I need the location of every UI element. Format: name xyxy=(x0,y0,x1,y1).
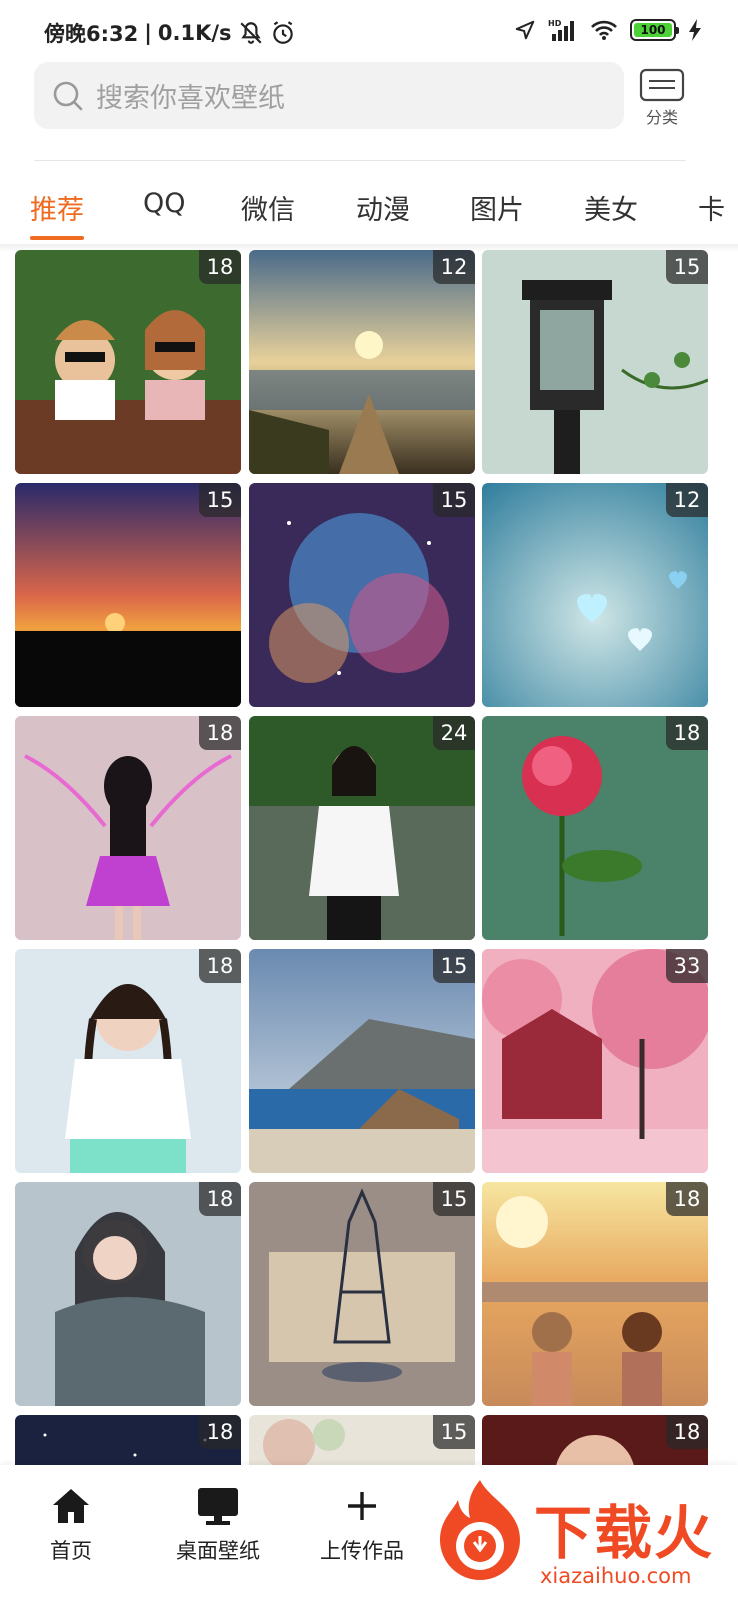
nav-desktop-wallpaper-label: 桌面壁纸 xyxy=(176,1539,260,1563)
image-count-badge: 18 xyxy=(666,716,708,750)
status-time: 傍晚6:32 xyxy=(44,22,139,46)
battery-level: 100 xyxy=(634,23,672,37)
nav-upload-label: 上传作品 xyxy=(320,1539,404,1563)
location-icon xyxy=(515,20,535,40)
category-button[interactable]: 分类 xyxy=(634,68,690,130)
monitor-icon xyxy=(195,1483,241,1529)
wallpaper-tile[interactable]: 15 xyxy=(249,1415,475,1465)
image-count-badge: 18 xyxy=(199,1182,241,1216)
tab-bar: 推荐 QQ 微信 动漫 图片 美女 卡 xyxy=(0,180,738,242)
search-placeholder: 搜索你喜欢壁纸 xyxy=(96,83,285,114)
status-right: HD 100 xyxy=(514,18,702,42)
image-count-badge: 18 xyxy=(199,949,241,983)
watermark: 下载火 xiazaihuo.com xyxy=(430,1470,738,1600)
image-count-badge: 18 xyxy=(666,1182,708,1216)
svg-text:HD: HD xyxy=(548,19,562,28)
status-bar: 傍晚6:32 | 0.1K/s HD 100 xyxy=(0,0,738,62)
wallpaper-tile[interactable]: 18 xyxy=(15,1182,241,1406)
wallpaper-tile[interactable]: 24 xyxy=(249,716,475,940)
image-count-badge: 24 xyxy=(433,716,475,750)
tab-active-indicator xyxy=(30,236,84,240)
tab-beauty[interactable]: 美女 xyxy=(584,188,638,227)
wallpaper-tile[interactable]: 18 xyxy=(15,1415,241,1465)
image-count-badge: 18 xyxy=(199,716,241,750)
category-label: 分类 xyxy=(645,108,678,127)
wallpaper-tile[interactable]: 18 xyxy=(482,1415,708,1465)
home-icon xyxy=(48,1483,94,1529)
battery-icon: 100 xyxy=(630,19,679,41)
image-count-badge: 12 xyxy=(666,483,708,517)
image-count-badge: 18 xyxy=(199,1415,241,1449)
image-count-badge: 33 xyxy=(666,949,708,983)
tab-qq[interactable]: QQ xyxy=(143,188,186,219)
flame-logo-icon xyxy=(440,1480,520,1580)
search-icon xyxy=(53,81,83,110)
wallpaper-tile[interactable]: 15 xyxy=(249,483,475,707)
wallpaper-tile[interactable]: 12 xyxy=(249,250,475,474)
watermark-sub: xiazaihuo.com xyxy=(540,1564,692,1588)
tab-pictures[interactable]: 图片 xyxy=(470,188,524,227)
wallpaper-tile[interactable]: 15 xyxy=(15,483,241,707)
network-speed: 0.1K/s xyxy=(157,21,232,45)
image-count-badge: 15 xyxy=(199,483,241,517)
divider xyxy=(34,160,686,161)
image-count-badge: 18 xyxy=(199,250,241,284)
image-count-badge: 15 xyxy=(433,483,475,517)
image-count-badge: 15 xyxy=(433,1415,475,1449)
alarm-icon xyxy=(272,21,293,44)
watermark-text: 下载火 xyxy=(534,1499,715,1567)
nav-home-label: 首页 xyxy=(50,1539,92,1563)
mute-icon xyxy=(240,22,262,44)
image-count-badge: 15 xyxy=(433,1182,475,1216)
image-count-badge: 15 xyxy=(433,949,475,983)
image-count-badge: 12 xyxy=(433,250,475,284)
status-left: 傍晚6:32 | 0.1K/s xyxy=(44,18,296,48)
tab-cartoon[interactable]: 卡 xyxy=(698,188,725,227)
wallpaper-tile[interactable]: 12 xyxy=(482,483,708,707)
nav-upload[interactable]: 上传作品 xyxy=(320,1483,404,1565)
tab-recommend[interactable]: 推荐 xyxy=(30,188,84,227)
wallpaper-tile[interactable]: 15 xyxy=(249,949,475,1173)
nav-desktop-wallpaper[interactable]: 桌面壁纸 xyxy=(176,1483,260,1565)
charging-icon xyxy=(689,19,701,41)
wallpaper-tile[interactable]: 18 xyxy=(15,949,241,1173)
tab-anime[interactable]: 动漫 xyxy=(356,188,410,227)
wallpaper-tile[interactable]: 18 xyxy=(482,1182,708,1406)
wallpaper-tile[interactable]: 15 xyxy=(249,1182,475,1406)
hd-signal-icon: HD xyxy=(548,19,574,41)
image-count-badge: 18 xyxy=(666,1415,708,1449)
image-count-badge: 15 xyxy=(666,250,708,284)
wallpaper-tile[interactable]: 18 xyxy=(15,250,241,474)
category-icon xyxy=(639,68,685,102)
wallpaper-tile[interactable]: 18 xyxy=(15,716,241,940)
wallpaper-tile[interactable]: 18 xyxy=(482,716,708,940)
plus-icon xyxy=(339,1483,385,1529)
wifi-icon xyxy=(591,20,617,40)
wallpaper-tile[interactable]: 33 xyxy=(482,949,708,1173)
tab-wechat[interactable]: 微信 xyxy=(241,188,295,227)
search-input[interactable]: 搜索你喜欢壁纸 xyxy=(34,62,624,129)
wallpaper-tile[interactable]: 15 xyxy=(482,250,708,474)
wallpaper-grid: 18 12 15 15 15 12 18 24 18 18 15 33 18 1… xyxy=(0,250,738,1465)
nav-home[interactable]: 首页 xyxy=(48,1483,94,1565)
